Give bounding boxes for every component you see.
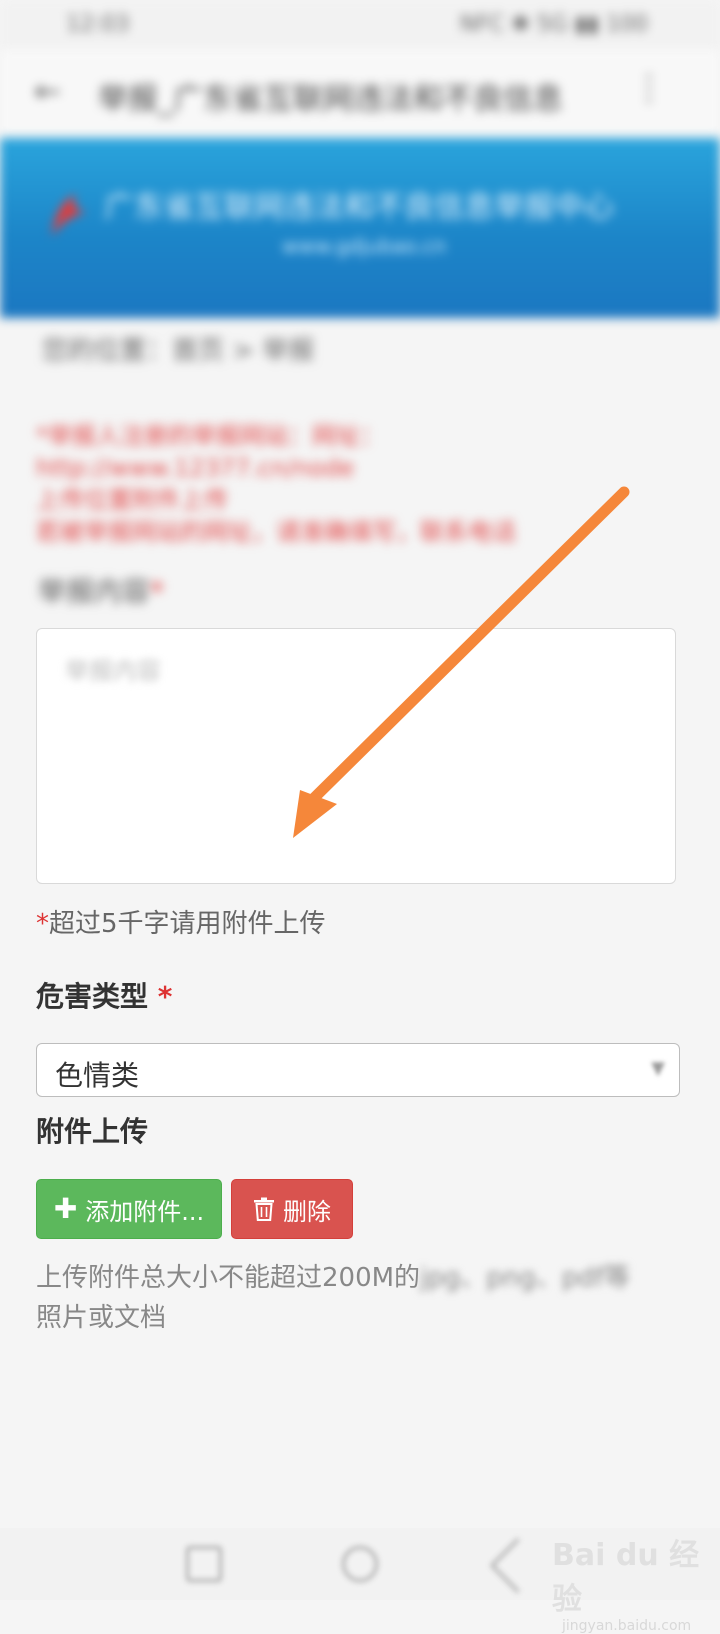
nav-recent-icon[interactable] xyxy=(489,1537,546,1594)
textarea-placeholder: 举报内容 xyxy=(65,657,161,685)
notice-line: 上传位置附件上传 xyxy=(36,486,228,514)
notice-line: *举报人注册的举报网站：网址：http://www.12377.cn/node xyxy=(36,422,384,482)
header-banner: 广东省互联网违法和不良信息举报中心 www.gdjubao.cn xyxy=(0,138,720,318)
hazard-type-select[interactable]: 色情类 ▼ xyxy=(36,1043,680,1097)
app-bar: ← 举报_广东省互联网违法和不良信息 ⋮ xyxy=(0,50,720,136)
length-hint: *超过5千字请用附件上传 xyxy=(36,903,326,940)
logo-icon xyxy=(52,194,86,236)
banner-title: 广东省互联网违法和不良信息举报中心 xyxy=(104,190,614,225)
chevron-down-icon: ▼ xyxy=(651,1058,665,1079)
content-label: 举报内容* xyxy=(38,570,164,610)
delete-attachment-label: 删除 xyxy=(283,1197,331,1226)
upload-note-line-1: 上传附件总大小不能超过200M的jpg、png、pdf等 xyxy=(36,1258,686,1298)
hazard-type-label: 危害类型 * xyxy=(36,975,172,1015)
nav-home-icon[interactable] xyxy=(342,1546,378,1582)
hazard-label-text: 危害类型 xyxy=(36,980,149,1013)
watermark-url: jingyan.baidu.com xyxy=(562,1618,692,1634)
nav-back-icon[interactable] xyxy=(186,1546,222,1582)
upload-note-text: 上传附件总大小不能超过200M的 xyxy=(36,1263,421,1293)
hazard-type-value: 色情类 xyxy=(55,1059,140,1092)
breadcrumb: 您的位置：首页 > 举报 xyxy=(42,336,315,366)
upload-note-formats: jpg、png、pdf等 xyxy=(420,1263,630,1293)
status-icons: NFC ✱ 5G ▮▮ 100 xyxy=(459,12,648,37)
back-arrow-icon[interactable]: ← xyxy=(34,72,61,110)
required-mark: * xyxy=(150,575,165,608)
hint-text: 超过5千字请用附件上传 xyxy=(49,909,326,939)
more-vert-icon[interactable]: ⋮ xyxy=(632,68,666,108)
trash-icon xyxy=(254,1197,274,1221)
plus-icon: ✚ xyxy=(53,1192,78,1225)
upload-note-line-2: 照片或文档 xyxy=(36,1303,167,1333)
delete-attachment-button[interactable]: 删除 xyxy=(231,1179,353,1239)
notice-line: 若被举报网站的网址，请准确填写，联系电话 xyxy=(36,518,516,546)
notice-text: *举报人注册的举报网站：网址：http://www.12377.cn/node … xyxy=(36,420,684,548)
required-mark: * xyxy=(157,980,173,1013)
upload-note: 上传附件总大小不能超过200M的jpg、png、pdf等 照片或文档 xyxy=(36,1258,686,1338)
status-time: 12:03 xyxy=(66,12,130,37)
report-content-textarea[interactable]: 举报内容 xyxy=(36,628,676,884)
content-label-text: 举报内容 xyxy=(38,575,151,608)
baidu-watermark: Bai du 经验 jingyan.baidu.com xyxy=(552,1530,720,1634)
attachment-label: 附件上传 xyxy=(36,1115,149,1148)
add-attachment-button[interactable]: ✚ 添加附件... xyxy=(36,1179,222,1239)
watermark-brand: Bai du 经验 xyxy=(552,1538,700,1617)
page-title: 举报_广东省互联网违法和不良信息 xyxy=(98,82,563,117)
status-bar: 12:03 NFC ✱ 5G ▮▮ 100 xyxy=(0,0,720,50)
required-mark: * xyxy=(36,909,49,939)
add-attachment-label: 添加附件... xyxy=(85,1197,205,1226)
banner-url: www.gdjubao.cn xyxy=(282,234,447,258)
